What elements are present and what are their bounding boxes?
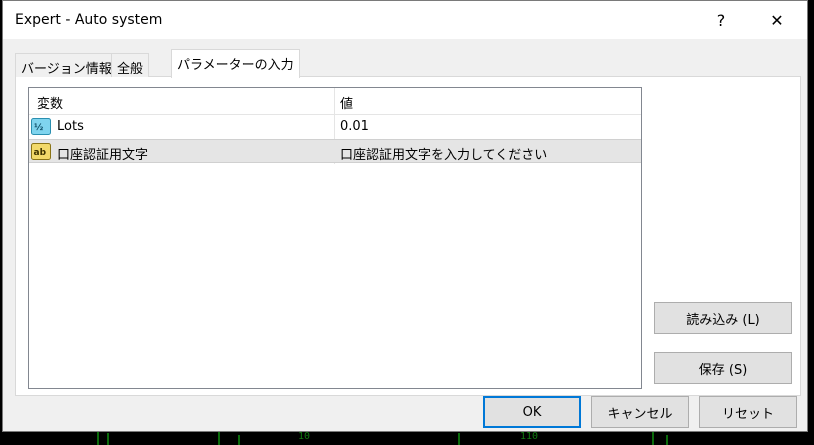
numeric-value-icon: ½	[31, 118, 51, 135]
chart-bar	[238, 435, 240, 445]
row-value[interactable]: 0.01	[340, 119, 369, 134]
chart-label: 110	[520, 431, 539, 442]
chart-bar	[218, 431, 220, 445]
tab-panel-parameters: 変数 値 ½ Lots 0.01 ab 口座認証用文字 口座認証用文字を入力して…	[15, 76, 801, 396]
svg-text:ab: ab	[34, 148, 47, 158]
chart-bar	[652, 431, 654, 445]
save-button[interactable]: 保存 (S)	[654, 352, 792, 384]
row-value[interactable]: 口座認証用文字を入力してください	[340, 144, 547, 163]
row-name: Lots	[57, 119, 84, 134]
chart-bar	[458, 433, 460, 445]
window-title: Expert - Auto system	[15, 12, 163, 28]
load-button[interactable]: 読み込み (L)	[654, 302, 792, 334]
row-name: 口座認証用文字	[57, 148, 149, 163]
chart-label: 10	[298, 431, 311, 442]
reset-button[interactable]: リセット	[699, 396, 797, 428]
close-button[interactable]: ✕	[755, 5, 799, 35]
chart-bar	[666, 435, 668, 445]
table-row-selected[interactable]: ab 口座認証用文字 口座認証用文字を入力してください	[29, 139, 641, 163]
column-header-variable[interactable]: 変数	[37, 93, 63, 112]
column-header-value[interactable]: 値	[340, 93, 353, 112]
tab-general[interactable]: 全般	[111, 53, 150, 77]
svg-text:½: ½	[34, 122, 43, 133]
tab-version-info[interactable]: バージョン情報	[15, 53, 118, 77]
chart-bar	[107, 433, 109, 445]
cancel-button[interactable]: キャンセル	[591, 396, 689, 428]
title-bar: Expert - Auto system ? ✕	[3, 1, 807, 39]
list-header: 変数 値	[29, 88, 641, 115]
expert-dialog: Expert - Auto system ? ✕ 変数 値 ½ Lots 0.0…	[2, 0, 808, 432]
help-button[interactable]: ?	[699, 5, 743, 35]
text-string-icon: ab	[31, 143, 51, 160]
ok-button[interactable]: OK	[483, 396, 581, 428]
table-row[interactable]: ½ Lots 0.01	[29, 115, 641, 139]
help-icon: ?	[716, 10, 726, 30]
tab-parameter-input[interactable]: パラメーターの入力	[171, 49, 300, 78]
parameter-list: 変数 値 ½ Lots 0.01 ab 口座認証用文字 口座認証用文字を入力して…	[28, 87, 642, 389]
close-icon: ✕	[770, 10, 784, 30]
